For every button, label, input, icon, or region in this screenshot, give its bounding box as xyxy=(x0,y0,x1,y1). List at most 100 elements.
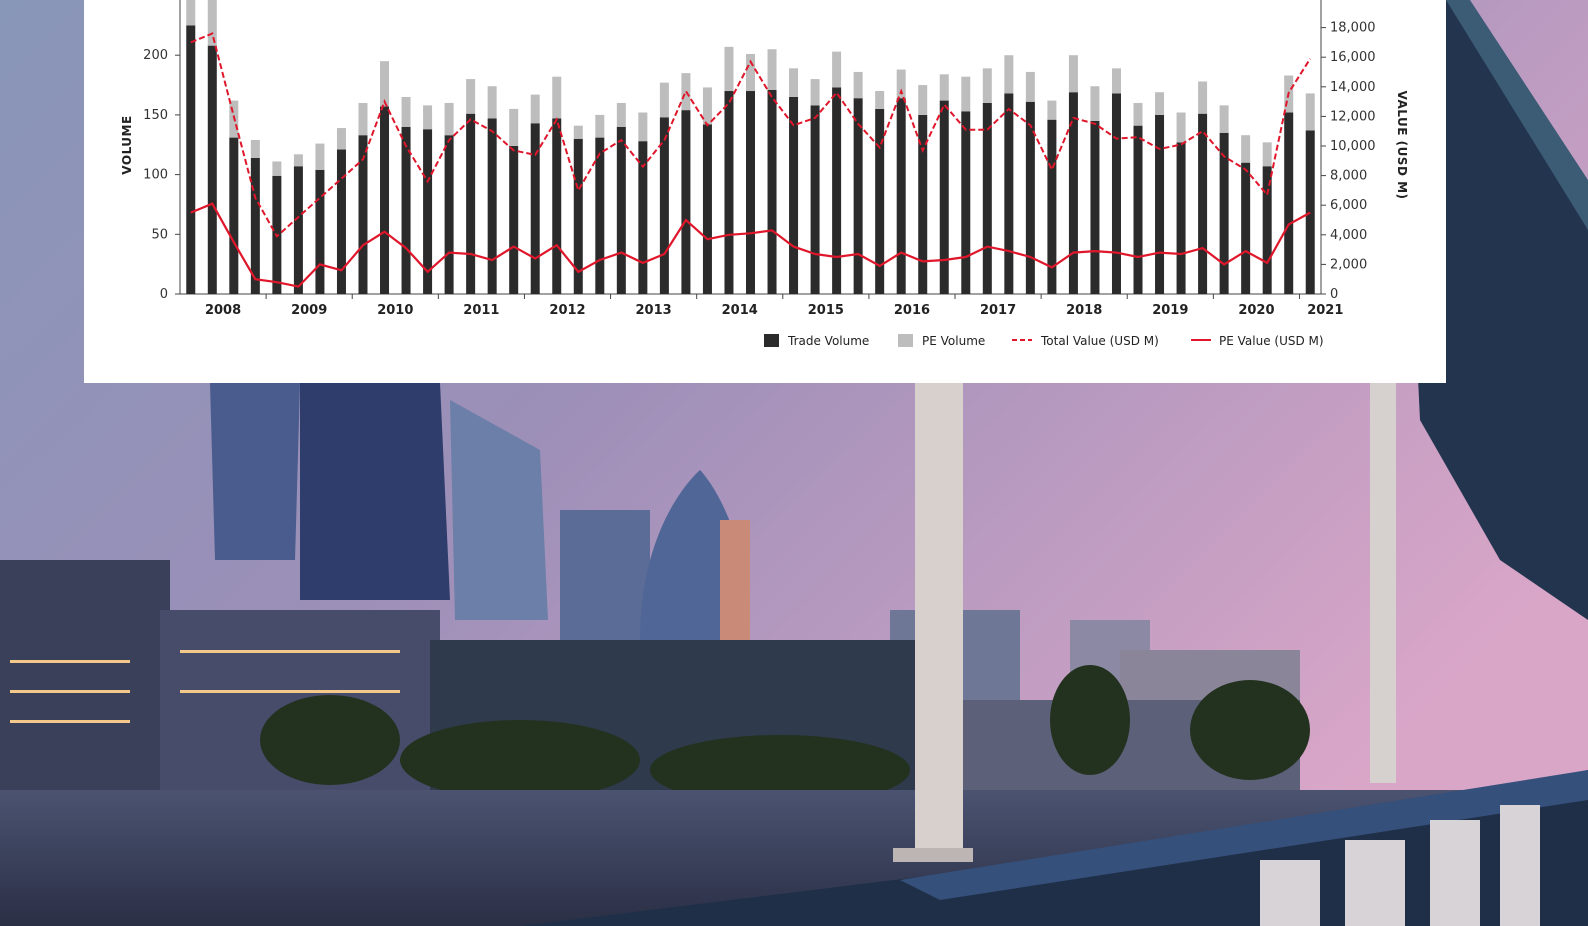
bar-pe-volume xyxy=(918,85,928,115)
y2-tick-label: 10,000 xyxy=(1330,139,1376,154)
bar-pe-volume xyxy=(1241,135,1251,163)
x-tick-label: 2011 xyxy=(463,303,499,318)
x-tick-label: 2013 xyxy=(636,303,672,318)
bar-pe-volume xyxy=(1068,55,1078,93)
x-tick-label: 2020 xyxy=(1238,303,1274,318)
y2-axis-title: VALUE (USD M) xyxy=(1395,90,1409,199)
bar-trade-volume xyxy=(616,126,626,294)
bar-pe-volume xyxy=(1305,93,1315,131)
bar-pe-volume xyxy=(272,161,282,176)
x-tick-label: 2015 xyxy=(808,303,844,318)
chart-card: 0 50 100 150 200 250 0 2,000 4,000 6,000 8,000 10,0… xyxy=(84,0,1446,383)
bar-trade-volume xyxy=(207,45,217,295)
y-tick-label: 50 xyxy=(151,227,168,242)
legend-swatch-trade-volume xyxy=(764,334,779,347)
y2-tick-label: 4,000 xyxy=(1330,228,1367,243)
bar-pe-volume xyxy=(832,51,842,88)
bar-pe-volume xyxy=(1176,112,1186,143)
x-tick-label: 2010 xyxy=(377,303,413,318)
legend-label-total-value: Total Value (USD M) xyxy=(1040,334,1159,348)
bar-trade-volume xyxy=(1284,112,1294,295)
y-axis-title: VOLUME xyxy=(120,115,134,174)
axes-group: 0 50 100 150 200 250 0 2,000 4,000 6,000 8,000 10,0… xyxy=(143,0,1376,318)
x-tick-label: 2019 xyxy=(1152,303,1188,318)
y2-tick-label: 12,000 xyxy=(1330,109,1376,124)
x-tick-label: 2009 xyxy=(291,303,327,318)
bar-pe-volume xyxy=(982,68,992,103)
bar-trade-volume xyxy=(380,106,390,295)
bar-trade-volume xyxy=(767,89,777,295)
y-tick-label: 250 xyxy=(143,0,168,4)
bar-pe-volume xyxy=(616,102,626,127)
x-tick-label: 2021 xyxy=(1307,303,1343,318)
bar-trade-volume xyxy=(293,166,303,294)
bar-trade-volume xyxy=(1155,114,1165,295)
stacked-bar-line-chart: 0 50 100 150 200 250 0 2,000 4,000 6,000 8,000 10,0… xyxy=(120,0,1409,348)
bar-pe-volume xyxy=(207,0,217,46)
y2-tick-label: 6,000 xyxy=(1330,198,1367,213)
bar-pe-volume xyxy=(336,128,346,150)
bar-trade-volume xyxy=(336,149,346,294)
bar-pe-volume xyxy=(1155,92,1165,115)
bar-trade-volume xyxy=(186,25,196,294)
bar-trade-volume xyxy=(487,118,497,295)
bar-pe-volume xyxy=(1111,68,1121,94)
bar-trade-volume xyxy=(1068,92,1078,295)
legend-label-pe-value: PE Value (USD M) xyxy=(1219,334,1324,348)
y2-tick-label: 16,000 xyxy=(1330,50,1376,65)
x-tick-label: 2018 xyxy=(1066,303,1102,318)
bar-trade-volume xyxy=(810,105,820,295)
bar-pe-volume xyxy=(358,102,368,136)
bar-pe-volume xyxy=(1090,86,1100,121)
bar-trade-volume xyxy=(229,137,239,294)
bar-pe-volume xyxy=(293,154,303,167)
bar-trade-volume xyxy=(982,102,992,295)
bar-pe-volume xyxy=(401,96,411,127)
bar-trade-volume xyxy=(1133,125,1143,295)
bar-pe-volume xyxy=(810,79,820,106)
bar-trade-volume xyxy=(1090,120,1100,295)
y-tick-label: 200 xyxy=(143,48,168,63)
bar-trade-volume xyxy=(466,113,476,295)
bar-trade-volume xyxy=(509,145,519,294)
bar-pe-volume xyxy=(466,79,476,114)
bar-pe-volume xyxy=(1004,55,1014,94)
y2-tick-label: 18,000 xyxy=(1330,21,1376,36)
bar-trade-volume xyxy=(961,111,971,295)
bar-pe-volume xyxy=(724,46,734,92)
y2-tick-label: 2,000 xyxy=(1330,257,1367,272)
bar-trade-volume xyxy=(702,124,712,295)
y2-tick-label: 8,000 xyxy=(1330,169,1367,184)
bar-trade-volume xyxy=(1241,162,1251,294)
bar-pe-volume xyxy=(853,71,863,99)
bar-pe-volume xyxy=(1198,81,1208,114)
bar-trade-volume xyxy=(1176,142,1186,294)
bar-pe-volume xyxy=(573,125,583,139)
bar-pe-volume xyxy=(789,68,799,97)
bar-trade-volume xyxy=(1198,113,1208,295)
bar-pe-volume xyxy=(250,139,260,158)
bar-trade-volume xyxy=(681,110,691,295)
bar-pe-volume xyxy=(509,108,519,146)
y-tick-label: 100 xyxy=(143,168,168,183)
bar-trade-volume xyxy=(746,91,755,295)
y2-tick-label: 14,000 xyxy=(1330,80,1376,95)
bar-pe-volume xyxy=(487,86,497,119)
bar-pe-volume xyxy=(1047,100,1057,120)
legend-swatch-pe-volume xyxy=(898,334,913,347)
bar-pe-volume xyxy=(552,76,562,119)
bar-pe-volume xyxy=(767,49,777,90)
bar-pe-volume xyxy=(875,91,885,109)
x-tick-label: 2014 xyxy=(722,303,758,318)
y-tick-label: 0 xyxy=(160,287,168,302)
y-tick-label: 150 xyxy=(143,108,168,123)
bar-trade-volume xyxy=(832,87,842,294)
bar-trade-volume xyxy=(315,169,325,294)
bar-trade-volume xyxy=(1305,130,1315,294)
bar-pe-volume xyxy=(1025,71,1035,102)
bar-pe-volume xyxy=(961,76,971,112)
bar-pe-volume xyxy=(530,94,540,124)
bar-pe-volume xyxy=(939,74,949,101)
bar-trade-volume xyxy=(444,135,454,294)
bar-trade-volume xyxy=(896,98,906,295)
